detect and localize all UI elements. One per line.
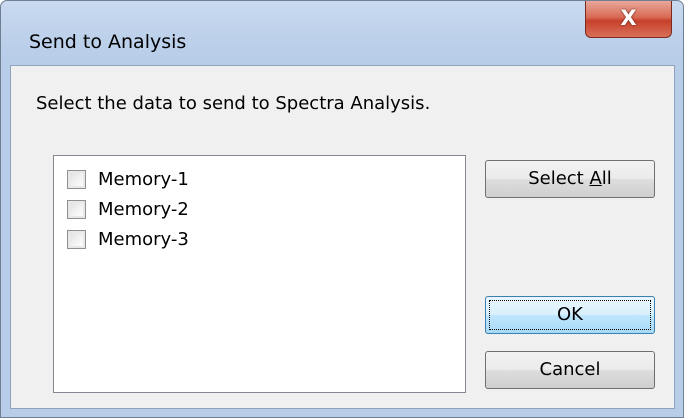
checkbox-memory-2[interactable] (67, 199, 86, 219)
dialog-client-area: Select the data to send to Spectra Analy… (10, 65, 675, 409)
cancel-button-label: Cancel (539, 359, 601, 380)
ok-button-label: OK (557, 304, 583, 325)
select-all-label-suffix: ll (601, 168, 612, 189)
cancel-button[interactable]: Cancel (485, 351, 655, 389)
list-item-memory-2[interactable]: Memory-2 (67, 194, 189, 224)
select-all-button[interactable]: Select All (485, 160, 655, 198)
list-item-label: Memory-1 (98, 168, 189, 190)
window-title: Send to Analysis (29, 31, 187, 53)
title-bar[interactable]: Send to Analysis X (1, 1, 683, 61)
checkbox-memory-1[interactable] (67, 169, 86, 189)
list-item-memory-1[interactable]: Memory-1 (67, 164, 189, 194)
select-all-label-prefix: Select (528, 168, 590, 189)
checkbox-memory-3[interactable] (67, 229, 86, 249)
list-item-memory-3[interactable]: Memory-3 (67, 224, 189, 254)
list-item-label: Memory-2 (98, 198, 189, 220)
ok-button[interactable]: OK (485, 296, 655, 334)
select-all-accelerator: A (589, 168, 602, 189)
memory-checklist[interactable]: Memory-1 Memory-2 Memory-3 (53, 155, 466, 393)
list-item-label: Memory-3 (98, 228, 189, 250)
instruction-text: Select the data to send to Spectra Analy… (36, 93, 431, 114)
dialog-window: Send to Analysis X Select the data to se… (0, 0, 684, 418)
close-button[interactable]: X (585, 1, 672, 38)
close-icon: X (620, 6, 637, 30)
